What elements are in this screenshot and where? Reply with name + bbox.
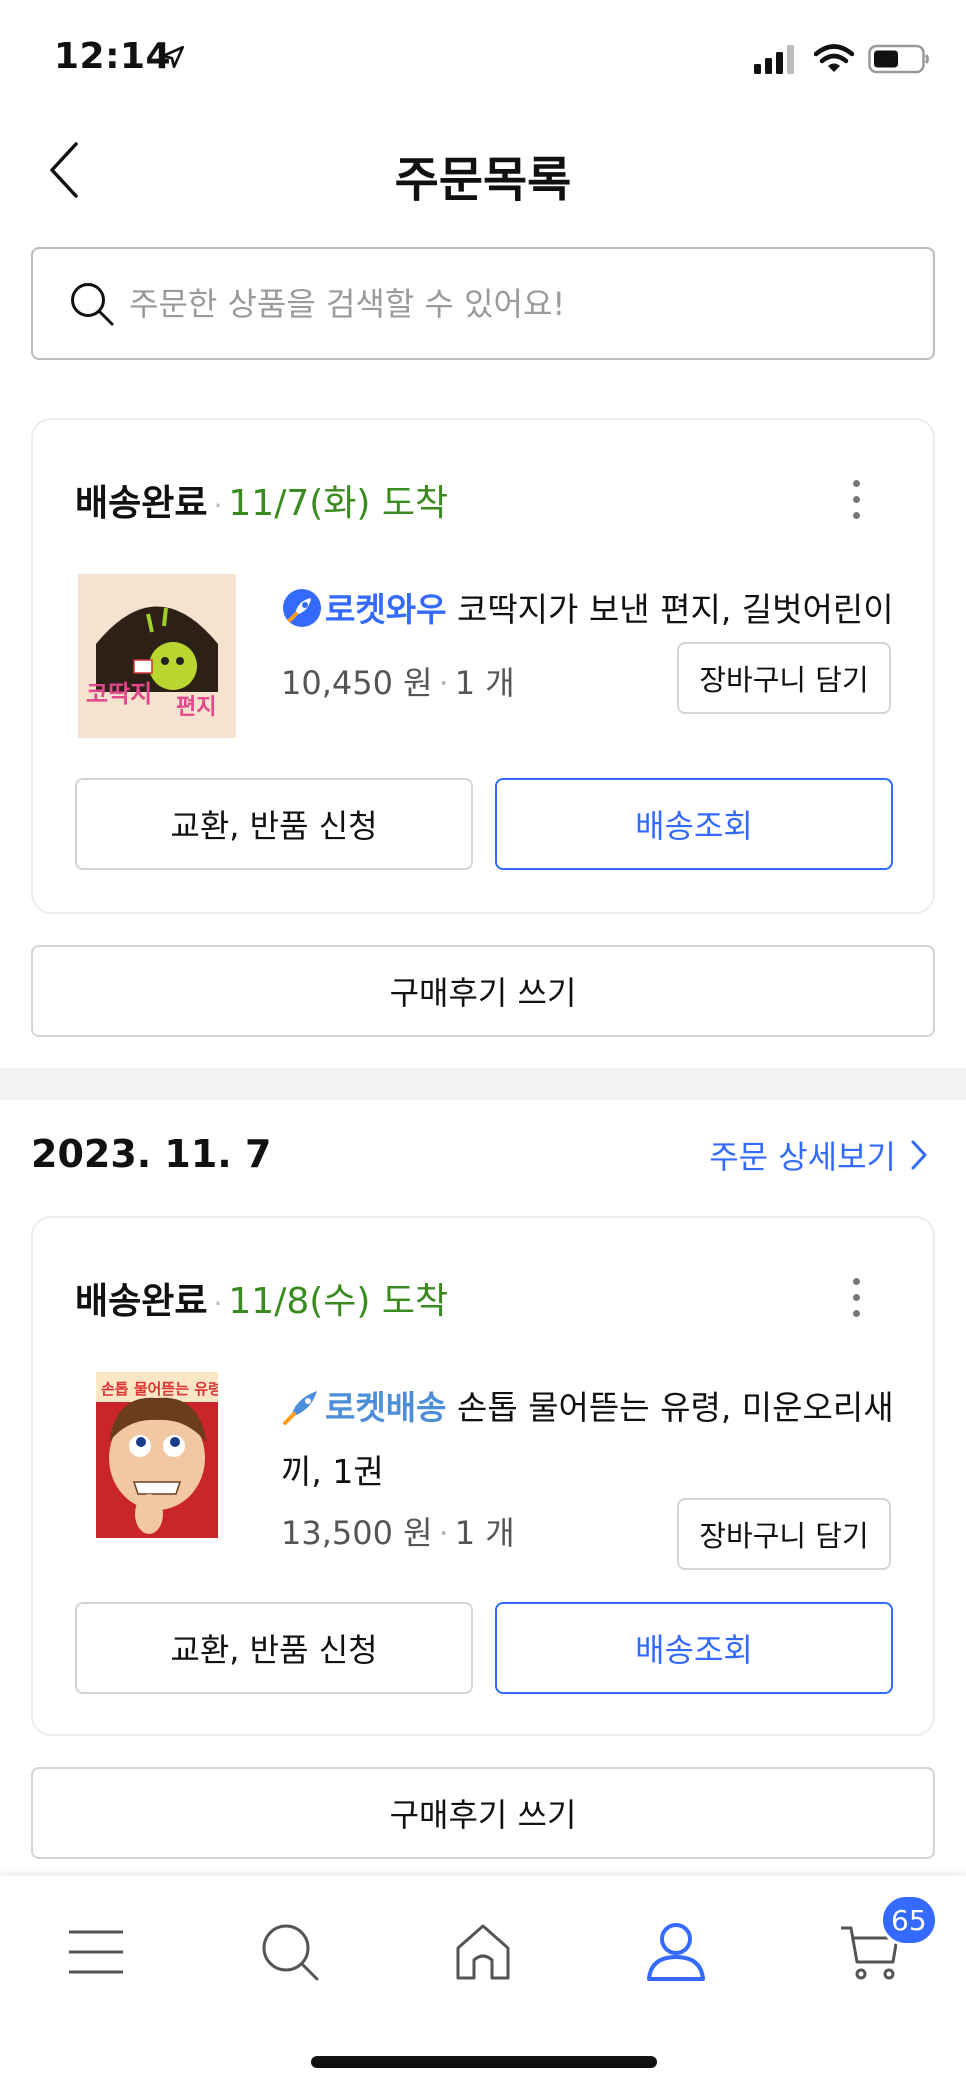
write-review-button[interactable]: 구매후기 쓰기 (31, 945, 935, 1037)
tab-search[interactable] (240, 1912, 340, 1992)
product-quantity: 1 개 (454, 1514, 515, 1552)
product-price: 10,450 원 (281, 664, 433, 702)
order-date: 2023. 11. 7 (31, 1132, 272, 1176)
price-separator: · (438, 664, 449, 702)
status-separator: · (213, 1287, 223, 1320)
status-label: 배송완료 (75, 483, 208, 524)
product-thumbnail[interactable]: 손톱 물어뜯는 유령 (96, 1372, 218, 1538)
section-divider (0, 1068, 966, 1100)
book-cover-title: 코딱지 (86, 680, 152, 708)
my-account-icon (647, 1923, 705, 1981)
svg-text:편지: 편지 (176, 695, 216, 720)
page-title: 주문목록 (394, 152, 572, 208)
add-to-cart-button[interactable]: 장바구니 담기 (677, 642, 891, 714)
more-options-button[interactable] (841, 480, 871, 519)
delivery-status: 배송완료 · 11/8(수) 도착 (75, 1272, 448, 1324)
arrival-date: 11/7(화) 도착 (228, 483, 449, 524)
order-card: 배송완료 · 11/7(화) 도착 코딱지 편지 로켓와우 코딱지가 보낸 편지… (31, 418, 935, 914)
chevron-right-icon (911, 1140, 927, 1170)
tab-home[interactable] (433, 1912, 533, 1992)
status-separator: · (213, 489, 223, 522)
price-row: 13,500 원 · 1 개 (281, 1508, 515, 1554)
write-review-button[interactable]: 구매후기 쓰기 (31, 1767, 935, 1859)
status-bar: 12:14 (0, 0, 966, 120)
price-row: 10,450 원 · 1 개 (281, 658, 515, 704)
rocket-delivery-icon (281, 1385, 323, 1444)
track-delivery-button[interactable]: 배송조회 (495, 778, 893, 870)
product-name[interactable]: 코딱지가 보낸 편지, 길벗어린이 (457, 590, 894, 629)
return-exchange-button[interactable]: 교환, 반품 신청 (75, 1602, 473, 1694)
order-detail-label: 주문 상세보기 (709, 1138, 896, 1176)
rocket-tag: 로켓배송 (325, 1388, 447, 1427)
return-exchange-button[interactable]: 교환, 반품 신청 (75, 778, 473, 870)
signal-icon (754, 45, 794, 74)
search-icon (262, 1924, 319, 1981)
status-label: 배송완료 (75, 1281, 208, 1322)
product-info: 로켓배송 손톱 물어뜯는 유령, 미운오리새끼, 1권 (281, 1380, 921, 1500)
wifi-icon (814, 44, 854, 72)
status-time: 12:14 (54, 36, 172, 77)
search-input[interactable] (129, 284, 889, 323)
status-icons (754, 44, 930, 74)
product-price: 13,500 원 (281, 1514, 433, 1552)
search-box[interactable] (31, 247, 935, 360)
product-quantity: 1 개 (454, 664, 515, 702)
home-icon (456, 1924, 510, 1980)
nav-header: 주문목록 (0, 120, 966, 220)
more-options-button[interactable] (841, 1278, 871, 1317)
battery-icon (868, 44, 929, 74)
tab-my-account[interactable] (626, 1912, 726, 1992)
order-detail-link[interactable]: 주문 상세보기 (709, 1132, 928, 1178)
search-icon (71, 282, 114, 325)
order-card: 배송완료 · 11/8(수) 도착 손톱 물어뜯는 유령 로켓배송 손톱 물어뜯… (31, 1216, 935, 1736)
price-separator: · (438, 1514, 449, 1552)
product-thumbnail[interactable]: 코딱지 편지 (78, 574, 236, 738)
rocket-wow-icon (281, 587, 323, 646)
cart-count-badge: 65 (880, 1894, 938, 1946)
rocket-tag: 로켓와우 (325, 590, 447, 629)
menu-icon (69, 1930, 123, 1974)
home-indicator[interactable] (311, 2056, 657, 2068)
add-to-cart-button[interactable]: 장바구니 담기 (677, 1498, 891, 1570)
track-delivery-button[interactable]: 배송조회 (495, 1602, 893, 1694)
delivery-status: 배송완료 · 11/7(화) 도착 (75, 474, 448, 526)
product-info: 로켓와우 코딱지가 보낸 편지, 길벗어린이 (281, 582, 921, 646)
location-arrow-icon (160, 44, 186, 74)
book-cover-title: 손톱 물어뜯는 유령 (101, 1380, 218, 1398)
arrival-date: 11/8(수) 도착 (228, 1281, 449, 1322)
tab-menu[interactable] (46, 1912, 146, 1992)
